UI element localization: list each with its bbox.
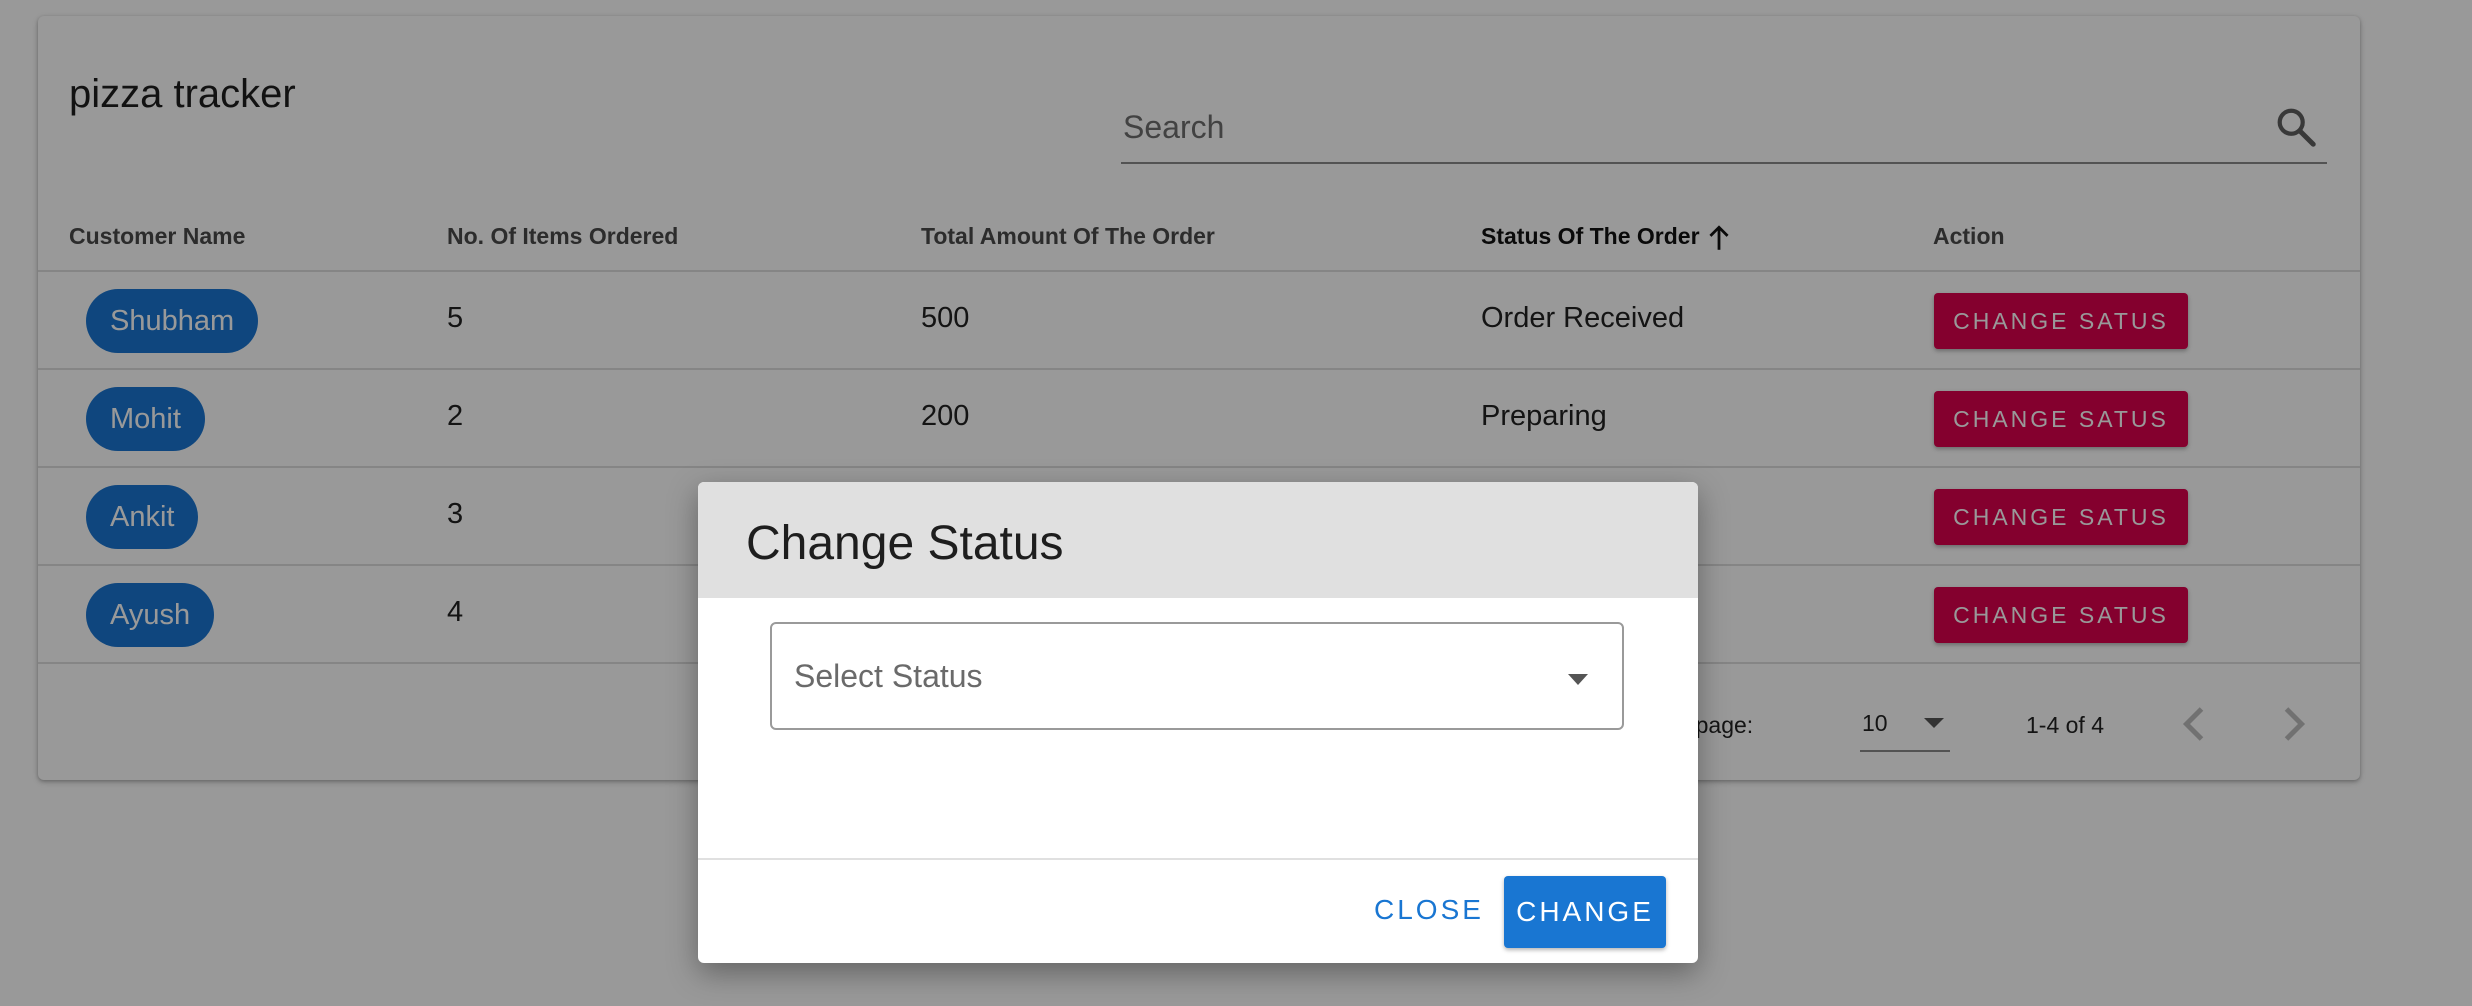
- change-button[interactable]: CHANGE: [1504, 876, 1666, 948]
- close-button[interactable]: CLOSE: [1368, 878, 1481, 942]
- status-select[interactable]: Select Status: [770, 622, 1624, 730]
- dialog-title: Change Status: [746, 517, 1064, 570]
- status-select-placeholder: Select Status: [794, 658, 983, 694]
- dialog-header: Change Status: [698, 482, 1698, 598]
- dialog-divider: [698, 858, 1698, 860]
- change-status-dialog: Change Status Select Status CLOSE CHANGE: [698, 482, 1698, 963]
- caret-down-icon: [1568, 674, 1588, 685]
